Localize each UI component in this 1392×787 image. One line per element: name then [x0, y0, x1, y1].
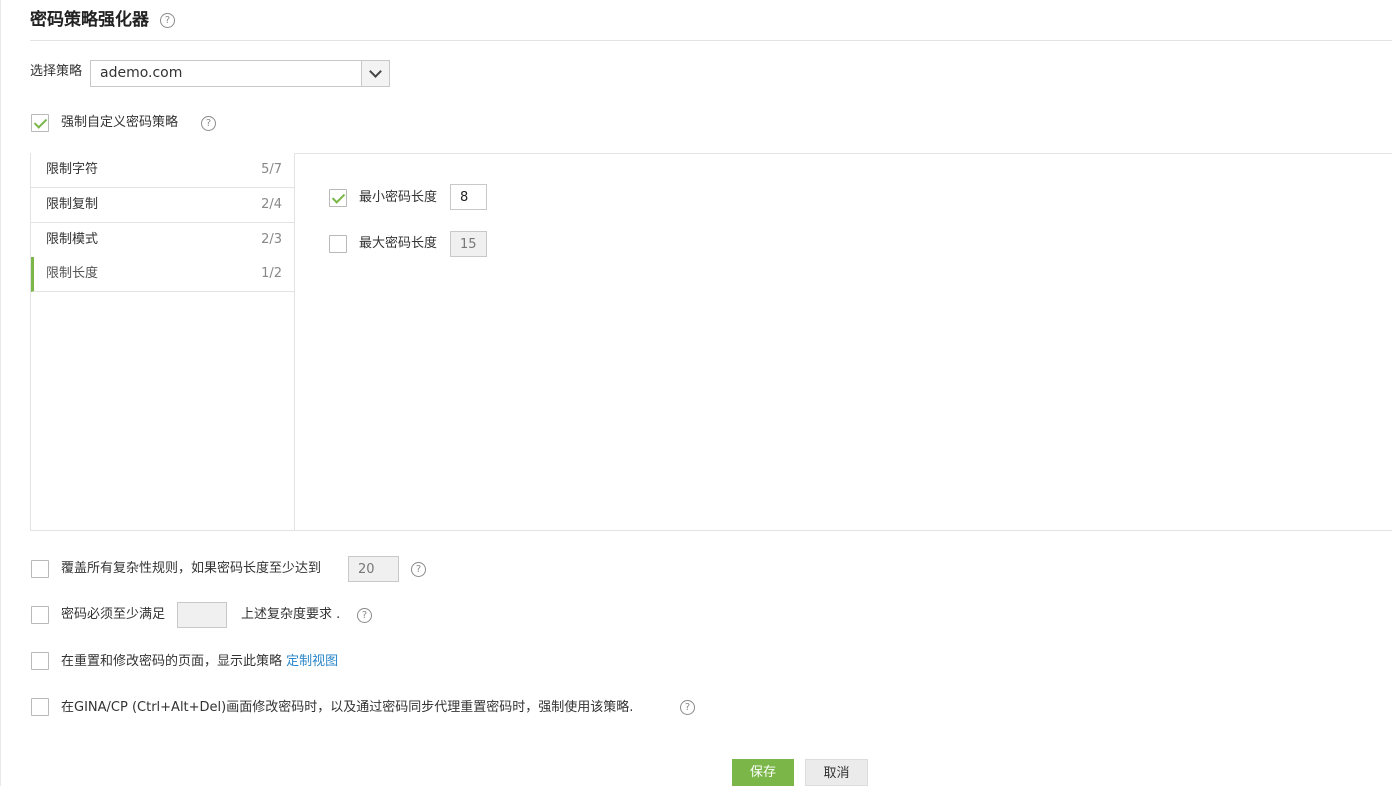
min-length-checkbox[interactable]	[329, 189, 347, 207]
help-icon[interactable]: ?	[357, 608, 372, 623]
nav-item-label: 限制长度	[46, 266, 99, 281]
min-length-label: 最小密码长度	[359, 190, 438, 205]
cancel-button[interactable]: 取消	[805, 759, 868, 786]
min-length-input[interactable]: 8	[450, 184, 487, 210]
chevron-down-icon	[369, 65, 382, 78]
policy-select-label: 选择策略	[30, 64, 83, 79]
complexity-count-checkbox[interactable]	[31, 606, 49, 624]
complexity-count-label: 密码必须至少满足	[61, 607, 166, 622]
gina-enforce-label: 在GINA/CP (Ctrl+Alt+Del)画面修改密码时，以及通过密码同步代…	[61, 700, 634, 715]
help-icon[interactable]: ?	[160, 13, 175, 28]
nav-item-restrict-chars[interactable]: 限制字符 5/7	[31, 153, 294, 188]
panel-divider-bottom	[30, 530, 1392, 531]
gina-enforce-checkbox[interactable]	[31, 698, 49, 716]
nav-item-count: 5/7	[261, 162, 282, 177]
title-divider	[30, 40, 1392, 41]
select-dropdown-button[interactable]	[361, 61, 389, 86]
page-title: 密码策略强化器	[30, 10, 149, 30]
complexity-count-suffix: 上述复杂度要求 .	[241, 607, 341, 622]
display-policy-checkbox[interactable]	[31, 652, 49, 670]
display-policy-label: 在重置和修改密码的页面，显示此策略	[61, 654, 283, 669]
left-border	[0, 0, 1, 786]
max-length-checkbox[interactable]	[329, 235, 347, 253]
policy-select[interactable]: ademo.com	[90, 60, 390, 87]
policy-select-value: ademo.com	[100, 65, 183, 81]
nav-item-label: 限制复制	[46, 197, 99, 212]
nav-item-restrict-length[interactable]: 限制长度 1/2	[31, 257, 294, 292]
nav-item-count: 1/2	[261, 266, 282, 281]
nav-item-label: 限制字符	[46, 162, 99, 177]
max-length-input[interactable]: 15	[450, 231, 487, 257]
complexity-count-input[interactable]	[177, 602, 227, 628]
max-length-label: 最大密码长度	[359, 236, 438, 251]
display-policy-row: 在重置和修改密码的页面，显示此策略 定制视图	[61, 654, 338, 670]
nav-item-label: 限制模式	[46, 232, 99, 247]
nav-item-count: 2/4	[261, 197, 282, 212]
override-complexity-label: 覆盖所有复杂性规则，如果密码长度至少达到	[61, 561, 322, 576]
save-button[interactable]: 保存	[732, 759, 794, 786]
rule-category-nav: 限制字符 5/7 限制复制 2/4 限制模式 2/3 限制长度 1/2	[30, 153, 295, 530]
override-length-input[interactable]: 20	[348, 556, 399, 582]
nav-item-restrict-pattern[interactable]: 限制模式 2/3	[31, 223, 294, 258]
help-icon[interactable]: ?	[411, 562, 426, 577]
enforce-custom-checkbox[interactable]	[31, 114, 49, 132]
nav-item-count: 2/3	[261, 232, 282, 247]
customize-view-link[interactable]: 定制视图	[286, 654, 338, 669]
nav-item-restrict-repeat[interactable]: 限制复制 2/4	[31, 188, 294, 223]
help-icon[interactable]: ?	[680, 700, 695, 715]
enforce-custom-label: 强制自定义密码策略	[61, 115, 179, 130]
help-icon[interactable]: ?	[201, 116, 216, 131]
override-complexity-checkbox[interactable]	[31, 560, 49, 578]
